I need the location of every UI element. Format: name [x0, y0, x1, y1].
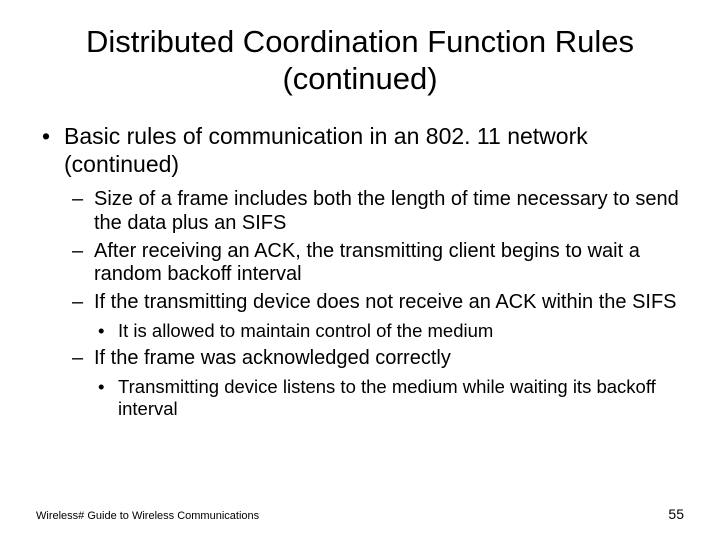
subsub-text: It is allowed to maintain control of the… — [118, 320, 493, 341]
subsub-text: Transmitting device listens to the mediu… — [118, 376, 656, 419]
slide: Distributed Coordination Function Rules … — [0, 0, 720, 540]
subsub-item: Transmitting device listens to the mediu… — [94, 376, 684, 420]
footer-source: Wireless# Guide to Wireless Communicatio… — [36, 510, 259, 522]
sub-text: Size of a frame includes both the length… — [94, 188, 679, 234]
subsub-list: Transmitting device listens to the mediu… — [94, 376, 684, 420]
sub-item: If the frame was acknowledged correctly … — [64, 347, 684, 421]
bullet-item: Basic rules of communication in an 802. … — [36, 123, 684, 420]
bullet-list: Basic rules of communication in an 802. … — [36, 123, 684, 420]
bullet-text: Basic rules of communication in an 802. … — [64, 123, 588, 177]
subsub-item: It is allowed to maintain control of the… — [94, 320, 684, 342]
slide-title: Distributed Coordination Function Rules … — [36, 24, 684, 97]
sub-item: If the transmitting device does not rece… — [64, 291, 684, 343]
sub-list: Size of a frame includes both the length… — [64, 188, 684, 420]
sub-item: After receiving an ACK, the transmitting… — [64, 240, 684, 287]
subsub-list: It is allowed to maintain control of the… — [94, 320, 684, 342]
sub-text: If the frame was acknowledged correctly — [94, 347, 451, 369]
sub-text: If the transmitting device does not rece… — [94, 291, 677, 313]
footer: Wireless# Guide to Wireless Communicatio… — [36, 506, 684, 522]
page-number: 55 — [668, 506, 684, 522]
sub-text: After receiving an ACK, the transmitting… — [94, 240, 640, 286]
sub-item: Size of a frame includes both the length… — [64, 188, 684, 235]
